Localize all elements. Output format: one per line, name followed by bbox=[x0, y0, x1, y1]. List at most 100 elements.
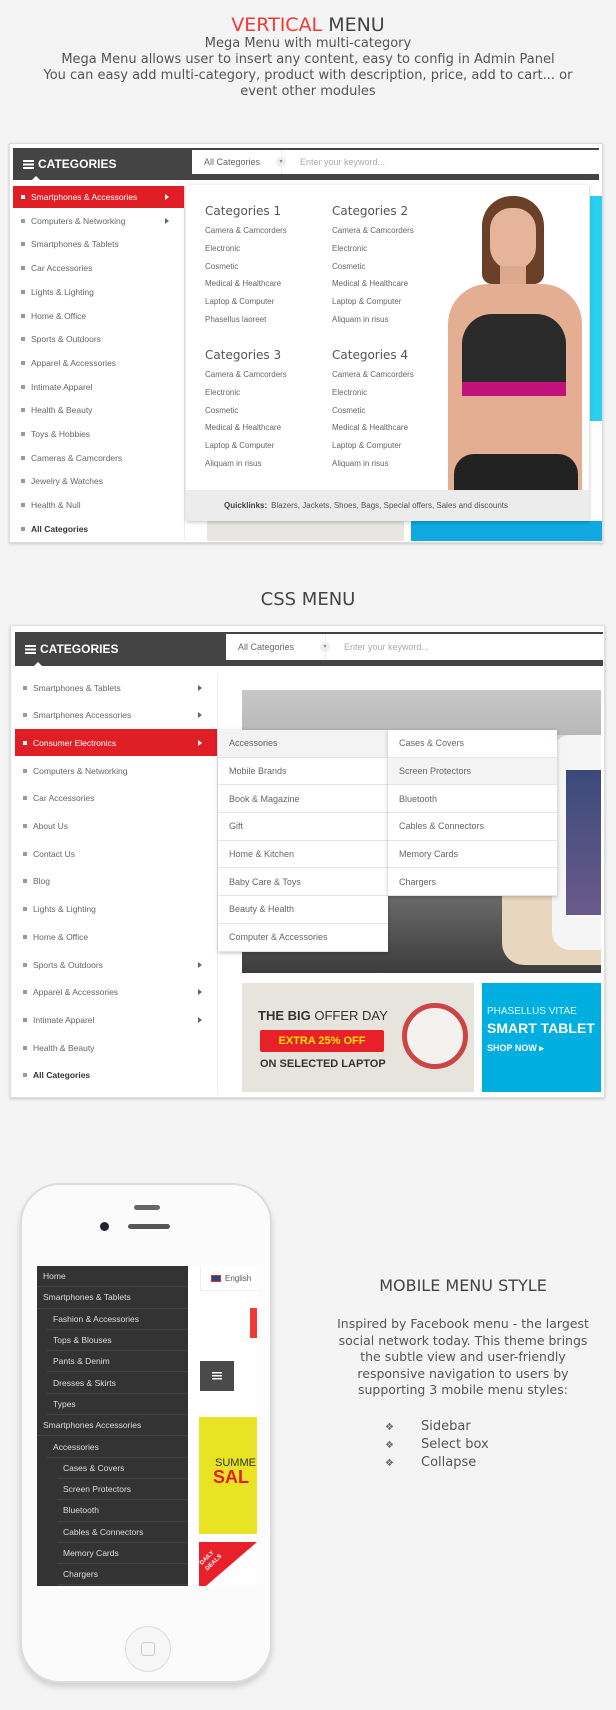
mega-link[interactable]: Laptop & Computer bbox=[205, 441, 287, 459]
sidebar-item[interactable]: Apparel & Accessories bbox=[13, 352, 184, 374]
mobile-menu-item[interactable]: Screen Protectors bbox=[57, 1479, 188, 1501]
home-button[interactable] bbox=[125, 1626, 171, 1672]
mega-link[interactable]: Medical & Healthcare bbox=[332, 279, 414, 297]
mobile-menu-item[interactable]: Types bbox=[47, 1394, 188, 1416]
sidebar-item[interactable]: Cameras & Camcorders bbox=[13, 447, 184, 469]
sidebar-item[interactable]: About Us bbox=[15, 813, 217, 840]
sidebar-item[interactable]: Jewelry & Watches bbox=[13, 470, 184, 492]
offer-banner[interactable]: THE BIG OFFER DAY EXTRA 25% OFF ON SELEC… bbox=[242, 983, 474, 1092]
mega-link[interactable]: Camera & Camcorders bbox=[205, 370, 287, 388]
mobile-menu-item[interactable]: Accessories bbox=[47, 1436, 188, 1458]
sidebar-item[interactable]: Health & Beauty bbox=[15, 1034, 217, 1061]
submenu-item[interactable]: Cables & Connectors bbox=[388, 813, 557, 841]
submenu-item[interactable]: Book & Magazine bbox=[218, 785, 388, 814]
mega-link[interactable]: Cosmetic bbox=[332, 262, 414, 280]
mobile-menu-item[interactable]: Cases & Covers bbox=[57, 1458, 188, 1479]
search-input[interactable]: Enter your keyword... bbox=[282, 157, 385, 167]
submenu-item[interactable]: Cases & Covers bbox=[388, 730, 557, 758]
mobile-menu-item[interactable]: Cables & Connectors bbox=[57, 1522, 188, 1543]
mobile-menu-styles-list: ❖ Sidebar ❖ Select box ❖ Collapse bbox=[385, 1418, 489, 1472]
mobile-menu-item[interactable]: Memory Cards bbox=[57, 1543, 188, 1565]
mega-link[interactable]: Aliquam in risus bbox=[332, 459, 414, 477]
submenu-item[interactable]: Beauty & Health bbox=[218, 896, 388, 924]
mega-link[interactable]: Camera & Camcorders bbox=[332, 226, 414, 244]
categories-header[interactable]: CATEGORIES bbox=[13, 148, 185, 181]
sidebar-item[interactable]: Computers & Networking bbox=[13, 210, 184, 232]
sidebar-item[interactable]: Smartphones & Tablets bbox=[13, 233, 184, 255]
sidebar-item[interactable]: Car Accessories bbox=[15, 785, 217, 812]
category-select[interactable]: All Categories ▾ bbox=[226, 634, 330, 660]
sidebar-item[interactable]: Intimate Apparel bbox=[15, 1006, 217, 1033]
submenu-item[interactable]: Screen Protectors bbox=[388, 757, 557, 786]
mega-link[interactable]: Electronic bbox=[205, 388, 287, 406]
sidebar-item[interactable]: Computers & Networking bbox=[15, 757, 217, 784]
mega-link[interactable]: Medical & Healthcare bbox=[205, 279, 287, 297]
mega-link[interactable]: Medical & Healthcare bbox=[205, 423, 287, 441]
sidebar-item[interactable]: Contact Us bbox=[15, 840, 217, 867]
sidebar-item[interactable]: Intimate Apparel bbox=[13, 376, 184, 398]
mobile-menu-item[interactable]: Chargers bbox=[57, 1564, 188, 1586]
sidebar-item[interactable]: Smartphones Accessories bbox=[15, 702, 217, 729]
sidebar-item[interactable]: Smartphones & Tablets bbox=[15, 674, 217, 701]
sidebar-item[interactable]: Smartphones & Accessories bbox=[13, 186, 184, 208]
mega-link[interactable]: Aliquam in risus bbox=[332, 315, 414, 333]
mega-link[interactable]: Camera & Camcorders bbox=[332, 370, 414, 388]
sidebar-item[interactable]: All Categories bbox=[15, 1062, 217, 1089]
sidebar-item[interactable]: Apparel & Accessories bbox=[15, 979, 217, 1006]
sidebar-item[interactable]: Lights & Lighting bbox=[13, 281, 184, 303]
sidebar-item[interactable]: Health & Beauty bbox=[13, 399, 184, 421]
mobile-menu-item[interactable]: Dresses & Skirts bbox=[47, 1372, 188, 1394]
mega-link[interactable]: Laptop & Computer bbox=[332, 441, 414, 459]
sidebar-item[interactable]: Health & Null bbox=[13, 494, 184, 516]
sidebar-item[interactable]: Consumer Electronics bbox=[15, 729, 217, 757]
language-select[interactable]: English bbox=[200, 1266, 257, 1291]
sidebar-item[interactable]: Sports & Outdoors bbox=[15, 951, 217, 978]
sidebar-item[interactable]: Lights & Lighting bbox=[15, 896, 217, 923]
mega-link[interactable]: Cosmetic bbox=[332, 406, 414, 424]
chevron-down-icon: ▾ bbox=[276, 157, 286, 167]
submenu-item[interactable]: Accessories bbox=[218, 730, 388, 758]
sidebar-item[interactable]: Toys & Hobbies bbox=[13, 423, 184, 445]
category-select[interactable]: All Categories ▾ bbox=[192, 150, 286, 174]
submenu-item[interactable]: Mobile Brands bbox=[218, 758, 388, 786]
tablet-banner[interactable]: PHASELLUS VITAE SMART TABLET SHOP NOW ▸ bbox=[482, 983, 601, 1092]
sidebar-item[interactable]: Car Accessories bbox=[13, 257, 184, 279]
mobile-menu-item[interactable]: Fashion & Accessories bbox=[47, 1309, 188, 1330]
summer-sale-banner[interactable]: SUMME SAL bbox=[199, 1417, 257, 1534]
mega-link[interactable]: Electronic bbox=[332, 244, 414, 262]
mega-link[interactable]: Laptop & Computer bbox=[205, 297, 287, 315]
mega-link[interactable]: Aliquam in risus bbox=[205, 459, 287, 477]
quicklinks[interactable]: Blazers, Jackets, Shoes, Bags, Special o… bbox=[271, 501, 508, 510]
shop-now-link[interactable]: SHOP NOW ▸ bbox=[487, 1043, 544, 1054]
submenu-item[interactable]: Gift bbox=[218, 813, 388, 841]
mega-link[interactable]: Laptop & Computer bbox=[332, 297, 414, 315]
submenu-item[interactable]: Chargers bbox=[388, 868, 557, 897]
mobile-menu-item[interactable]: Tops & Blouses bbox=[47, 1330, 188, 1352]
mega-link[interactable]: Camera & Camcorders bbox=[205, 226, 287, 244]
sidebar-item[interactable]: Blog bbox=[15, 868, 217, 895]
mega-link[interactable]: Phasellus laoreet bbox=[205, 315, 287, 333]
mobile-menu-item[interactable]: Home bbox=[37, 1266, 188, 1288]
mobile-menu-item[interactable]: Bluetooth bbox=[57, 1500, 188, 1522]
submenu-item[interactable]: Memory Cards bbox=[388, 841, 557, 869]
sidebar-item[interactable]: All Categories bbox=[13, 518, 184, 540]
submenu-item[interactable]: Home & Kitchen bbox=[218, 841, 388, 869]
mega-link[interactable]: Electronic bbox=[332, 388, 414, 406]
mobile-menu-item[interactable]: Smartphones Accessories bbox=[37, 1415, 188, 1437]
submenu-item[interactable]: Baby Care & Toys bbox=[218, 868, 388, 897]
mobile-menu-item[interactable]: Pants & Denim bbox=[47, 1351, 188, 1373]
mega-link[interactable]: Cosmetic bbox=[205, 262, 287, 280]
mobile-menu-item[interactable]: Smartphones & Tablets bbox=[37, 1287, 188, 1309]
categories-header[interactable]: CATEGORIES bbox=[15, 632, 218, 667]
mega-link[interactable]: Medical & Healthcare bbox=[332, 423, 414, 441]
menu-toggle-button[interactable] bbox=[200, 1361, 234, 1391]
search-input[interactable]: Enter your keyword... bbox=[326, 642, 429, 652]
sidebar-item[interactable]: Sports & Outdoors bbox=[13, 328, 184, 350]
vertical-sidebar: Smartphones & Accessories Computers & Net… bbox=[13, 186, 185, 541]
submenu-item[interactable]: Bluetooth bbox=[388, 785, 557, 814]
mega-link[interactable]: Cosmetic bbox=[205, 406, 287, 424]
submenu-item[interactable]: Computer & Accessories bbox=[218, 924, 388, 952]
sidebar-item[interactable]: Home & Office bbox=[13, 305, 184, 327]
mega-link[interactable]: Electronic bbox=[205, 244, 287, 262]
sidebar-item[interactable]: Home & Office bbox=[15, 923, 217, 950]
